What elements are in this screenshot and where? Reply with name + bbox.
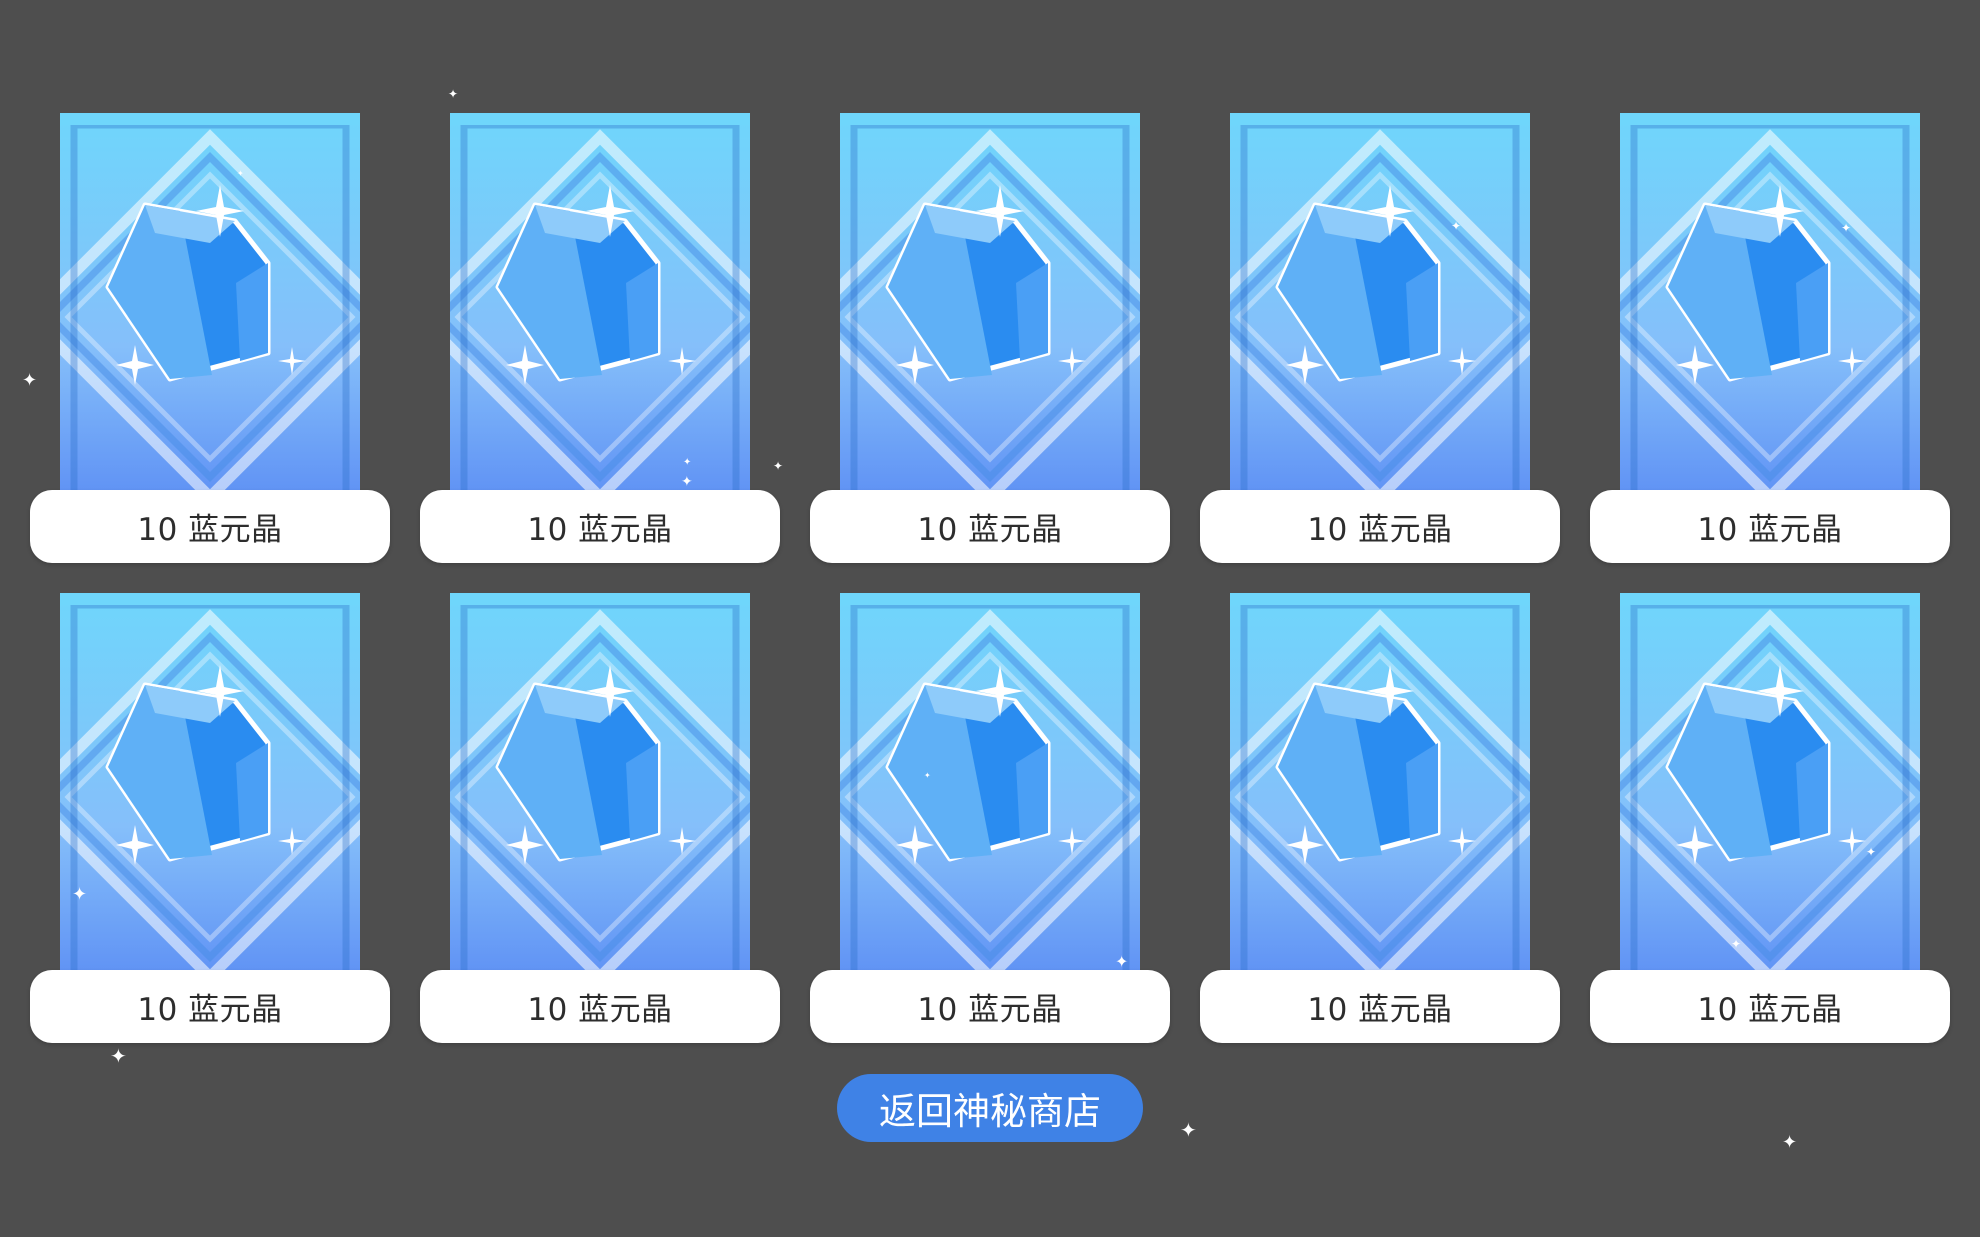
- reward-card[interactable]: 10 蓝元晶: [1200, 113, 1560, 563]
- card-art: [60, 113, 360, 503]
- sparkle-icon: ✦: [237, 169, 244, 178]
- blue-crystal-icon: [1620, 593, 1920, 983]
- reward-label-pill: 10 蓝元晶: [810, 490, 1170, 563]
- reward-label: 10 蓝元晶: [917, 992, 1063, 1028]
- reward-label: 10 蓝元晶: [527, 512, 673, 548]
- blue-crystal-icon: [840, 593, 1140, 983]
- sparkle-icon: ✦: [1782, 1132, 1798, 1153]
- blue-crystal-icon: [1230, 593, 1530, 983]
- reward-label: 10 蓝元晶: [1307, 512, 1453, 548]
- reward-label-pill: 10 蓝元晶: [1200, 490, 1560, 563]
- reward-label: 10 蓝元晶: [137, 992, 283, 1028]
- reward-label-pill: 10 蓝元晶: [1590, 490, 1950, 563]
- reward-label: 10 蓝元晶: [137, 512, 283, 548]
- card-art: [450, 113, 750, 503]
- reward-label-pill: 10 蓝元晶: [30, 490, 390, 563]
- reward-card[interactable]: 10 蓝元晶: [420, 593, 780, 1043]
- sparkle-icon: ✦: [1866, 845, 1877, 859]
- reward-label: 10 蓝元晶: [1307, 992, 1453, 1028]
- reward-label-pill: 10 蓝元晶: [30, 970, 390, 1043]
- card-art: [1230, 593, 1530, 983]
- blue-crystal-icon: [60, 113, 360, 503]
- reward-label: 10 蓝元晶: [917, 512, 1063, 548]
- card-art: [450, 593, 750, 983]
- reward-card[interactable]: 10 蓝元晶: [1590, 593, 1950, 1043]
- sparkle-icon: ✦: [22, 370, 38, 391]
- sparkle-icon: ✦: [681, 474, 693, 490]
- blue-crystal-icon: [840, 113, 1140, 503]
- return-to-mystery-shop-button[interactable]: 返回神秘商店: [837, 1074, 1143, 1142]
- blue-crystal-icon: [60, 593, 360, 983]
- blue-crystal-icon: [450, 593, 750, 983]
- sparkle-icon: ✦: [448, 87, 459, 101]
- card-art: [1620, 593, 1920, 983]
- sparkle-icon: ✦: [1841, 221, 1852, 235]
- sparkle-icon: ✦: [72, 884, 88, 905]
- card-art: [840, 593, 1140, 983]
- reward-label-pill: 10 蓝元晶: [420, 970, 780, 1043]
- reward-label-pill: 10 蓝元晶: [1200, 970, 1560, 1043]
- reward-card[interactable]: 10 蓝元晶: [1590, 113, 1950, 563]
- sparkle-icon: ✦: [1180, 1118, 1197, 1142]
- blue-crystal-icon: [450, 113, 750, 503]
- reward-label-pill: 10 蓝元晶: [810, 970, 1170, 1043]
- reward-card[interactable]: 10 蓝元晶: [420, 113, 780, 563]
- sparkle-icon: ✦: [683, 457, 692, 468]
- reward-label-pill: 10 蓝元晶: [420, 490, 780, 563]
- sparkle-icon: ✦: [1451, 219, 1462, 233]
- reward-label: 10 蓝元晶: [1697, 992, 1843, 1028]
- reward-card[interactable]: 10 蓝元晶: [30, 113, 390, 563]
- card-art: [60, 593, 360, 983]
- reward-card[interactable]: 10 蓝元晶: [30, 593, 390, 1043]
- reward-grid: 10 蓝元晶 10 蓝元晶 10 蓝元晶 10 蓝元晶 10 蓝元晶 10 蓝元…: [30, 113, 1950, 1043]
- reward-label: 10 蓝元晶: [1697, 512, 1843, 548]
- reward-card[interactable]: 10 蓝元晶: [1200, 593, 1560, 1043]
- card-art: [840, 113, 1140, 503]
- blue-crystal-icon: [1620, 113, 1920, 503]
- card-art: [1230, 113, 1530, 503]
- reward-label-pill: 10 蓝元晶: [1590, 970, 1950, 1043]
- sparkle-icon: ✦: [1115, 952, 1129, 971]
- sparkle-icon: ✦: [110, 1044, 127, 1068]
- blue-crystal-icon: [1230, 113, 1530, 503]
- reward-card[interactable]: 10 蓝元晶: [810, 593, 1170, 1043]
- sparkle-icon: ✦: [1731, 937, 1742, 951]
- reward-card[interactable]: 10 蓝元晶: [810, 113, 1170, 563]
- sparkle-icon: ✦: [773, 459, 784, 473]
- card-art: [1620, 113, 1920, 503]
- sparkle-icon: ✦: [924, 771, 931, 780]
- reward-label: 10 蓝元晶: [527, 992, 673, 1028]
